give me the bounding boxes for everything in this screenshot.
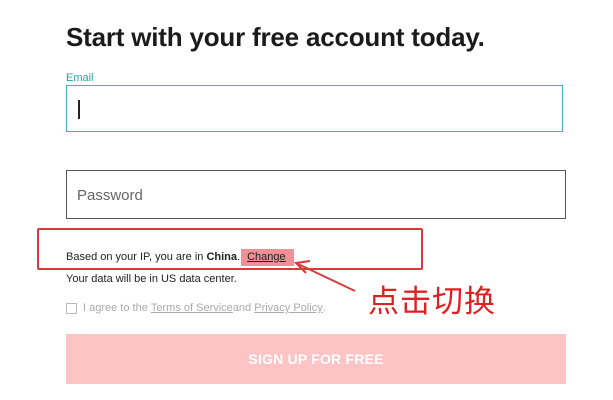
annotation-text: 点击切换	[368, 284, 496, 320]
annotation-arrow-icon	[293, 260, 356, 292]
